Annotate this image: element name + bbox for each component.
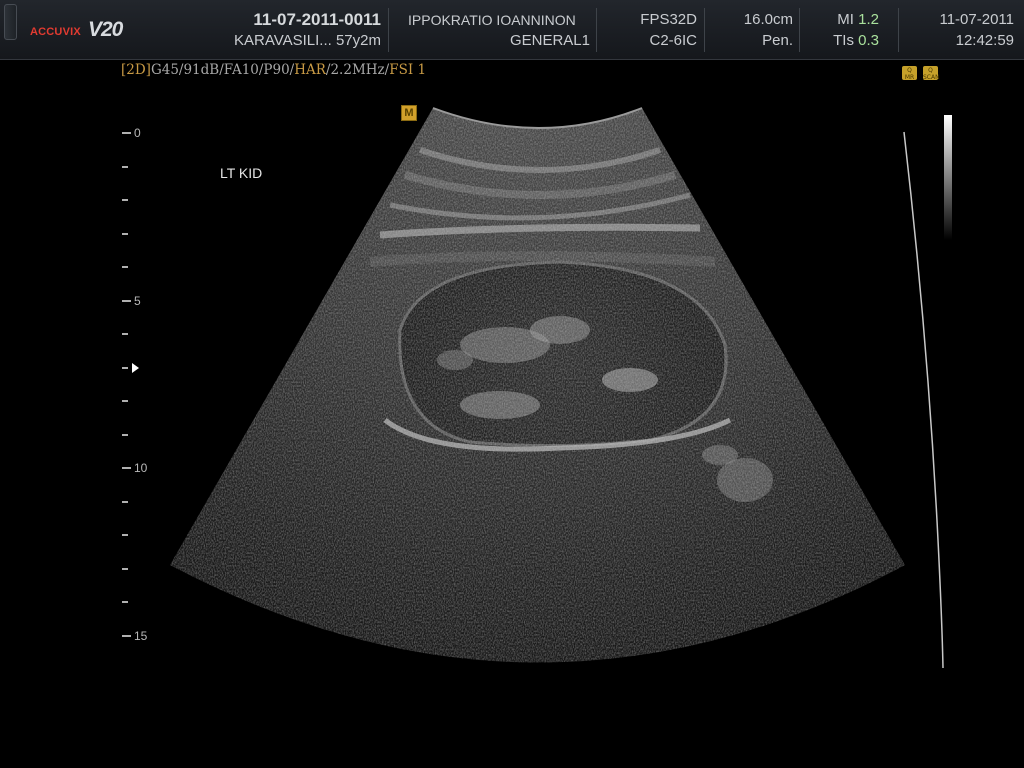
depth-tick (122, 333, 128, 335)
depth-tick (122, 266, 128, 268)
depth-label-0: 0 (134, 126, 141, 140)
depth-scale: 0 5 10 15 (118, 120, 168, 650)
depth-tick (122, 233, 128, 235)
depth-label-15: 15 (134, 629, 148, 643)
depth-tick (122, 467, 131, 469)
tgc-curve (903, 131, 944, 669)
depth-tick (122, 400, 128, 402)
depth-tick (122, 534, 128, 536)
focus-mark-icon[interactable]: M (401, 105, 417, 121)
focus-depth-marker[interactable] (132, 362, 139, 373)
ultrasound-screen: ACCUVIX V20 11-07-2011-0011 KARAVASILI..… (0, 0, 1024, 768)
body-marker-annotation[interactable]: LT KID (220, 165, 262, 181)
depth-tick (122, 166, 128, 168)
depth-tick (122, 367, 128, 369)
depth-tick (122, 601, 128, 603)
depth-tick (122, 635, 131, 637)
depth-label-5: 5 (134, 294, 141, 308)
depth-label-10: 10 (134, 461, 148, 475)
depth-tick (122, 568, 128, 570)
depth-tick (122, 132, 131, 134)
depth-tick (122, 300, 131, 302)
depth-tick (122, 501, 128, 503)
depth-tick (122, 199, 128, 201)
depth-tick (122, 434, 128, 436)
